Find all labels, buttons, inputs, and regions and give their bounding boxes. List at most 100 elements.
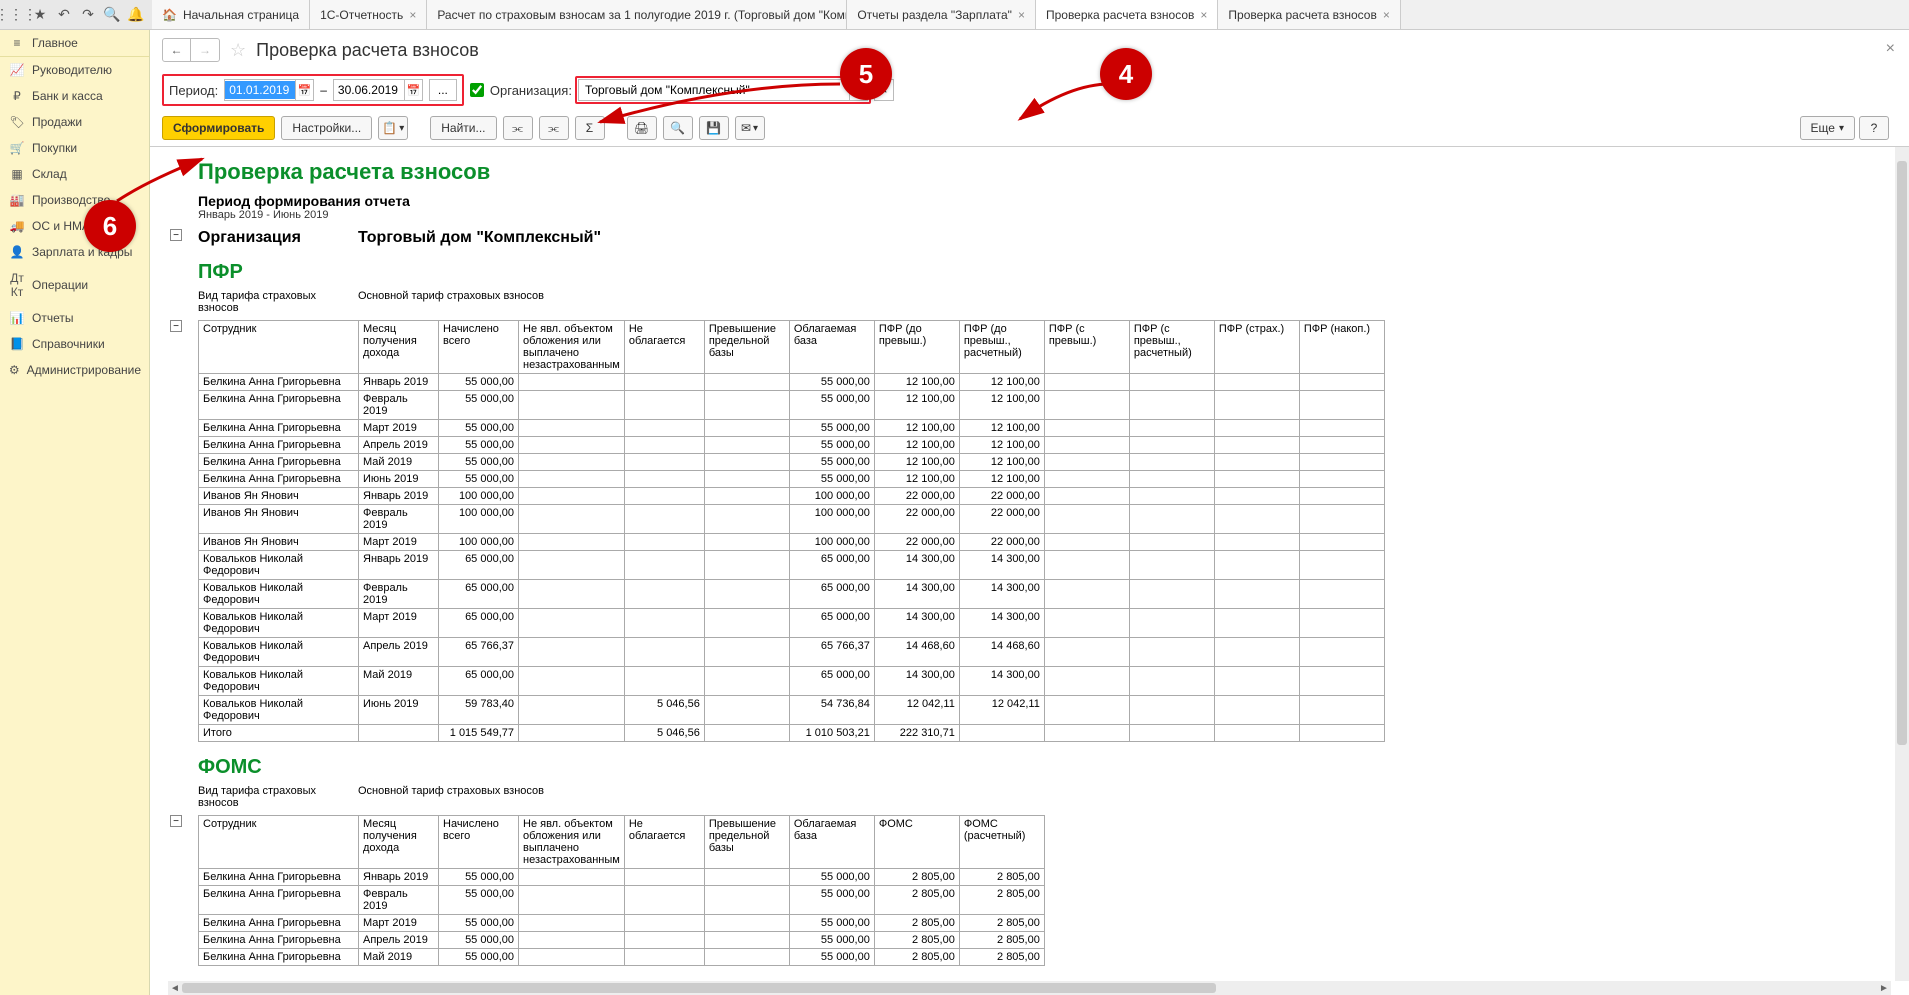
calendar-from-icon[interactable]: 📅	[295, 80, 313, 100]
sidebar-item[interactable]: ≡Главное	[0, 30, 149, 57]
cell	[1044, 638, 1129, 667]
tab[interactable]: Проверка расчета взносов×	[1036, 0, 1218, 29]
collapse-toggle-icon[interactable]: −	[170, 815, 182, 827]
table-row[interactable]: Белкина Анна ГригорьевнаМарт 201955 000,…	[199, 915, 1045, 932]
table-row[interactable]: Ковальков Николай ФедоровичЯнварь 201965…	[199, 551, 1385, 580]
scroll-right-icon[interactable]: ►	[1877, 981, 1891, 995]
date-from-field[interactable]: 📅	[224, 79, 314, 101]
structure-button[interactable]: 📋	[378, 116, 408, 140]
sidebar-item[interactable]: ₽Банк и касса	[0, 83, 149, 109]
table-row[interactable]: Ковальков Николай ФедоровичМай 201965 00…	[199, 667, 1385, 696]
table-row[interactable]: Белкина Анна ГригорьевнаМарт 201955 000,…	[199, 420, 1385, 437]
table-row[interactable]: Белкина Анна ГригорьевнаМай 201955 000,0…	[199, 454, 1385, 471]
sidebar-item[interactable]: 📈Руководителю	[0, 57, 149, 83]
table-row[interactable]: Белкина Анна ГригорьевнаАпрель 201955 00…	[199, 437, 1385, 454]
collapse-toggle-icon[interactable]: −	[170, 229, 182, 241]
sidebar-item[interactable]: 📘Справочники	[0, 331, 149, 357]
send-button[interactable]: ✉	[735, 116, 765, 140]
table-row[interactable]: Ковальков Николай ФедоровичАпрель 201965…	[199, 638, 1385, 667]
column-header: ПФР (накоп.)	[1299, 321, 1384, 374]
scrollbar-horizontal[interactable]: ◄ ►	[168, 981, 1891, 995]
table-row[interactable]: Белкина Анна ГригорьевнаЯнварь 201955 00…	[199, 374, 1385, 391]
more-button[interactable]: Еще▾	[1800, 116, 1855, 140]
cell	[624, 869, 704, 886]
column-header: Облагаемая база	[789, 816, 874, 869]
tab[interactable]: Отчеты раздела "Зарплата"×	[847, 0, 1036, 29]
org-checkbox[interactable]	[470, 83, 484, 97]
table-row[interactable]: Ковальков Николай ФедоровичИюнь 201959 7…	[199, 696, 1385, 725]
table-row[interactable]: Иванов Ян ЯновичФевраль 2019100 000,0010…	[199, 505, 1385, 534]
sidebar-item[interactable]: 📊Отчеты	[0, 305, 149, 331]
favorite-icon[interactable]: ☆	[230, 40, 246, 61]
sidebar-item[interactable]: ⚙Администрирование	[0, 357, 149, 383]
cell: Ковальков Николай Федорович	[199, 580, 359, 609]
find-button[interactable]: Найти...	[430, 116, 496, 140]
tab[interactable]: Расчет по страховым взносам за 1 полугод…	[427, 0, 847, 29]
period-picker-button[interactable]: ...	[429, 79, 457, 101]
cell	[704, 949, 789, 966]
tab[interactable]: Проверка расчета взносов×	[1218, 0, 1400, 29]
calendar-to-icon[interactable]: 📅	[404, 80, 422, 100]
forward-icon[interactable]: ↷	[76, 3, 100, 27]
column-header: ПФР (до превыш.)	[874, 321, 959, 374]
table-row[interactable]: Белкина Анна ГригорьевнаФевраль 201955 0…	[199, 886, 1045, 915]
sum-button[interactable]: Σ	[575, 116, 605, 140]
settings-button[interactable]: Настройки...	[281, 116, 372, 140]
sidebar-item[interactable]: Дт КтОперации	[0, 265, 149, 305]
scrollbar-vertical[interactable]	[1895, 147, 1909, 981]
sidebar-icon: 🏭	[8, 193, 26, 207]
sidebar-item[interactable]: ▦Склад	[0, 161, 149, 187]
tab-close-icon[interactable]: ×	[1018, 8, 1025, 22]
table-row[interactable]: Ковальков Николай ФедоровичФевраль 20196…	[199, 580, 1385, 609]
date-from-input[interactable]	[225, 81, 295, 99]
tab-close-icon[interactable]: ×	[409, 8, 416, 22]
report-org-value: Торговый дом "Комплексный"	[358, 229, 601, 247]
cell	[1214, 505, 1299, 534]
cell: 12 100,00	[959, 471, 1044, 488]
star-icon[interactable]: ★	[28, 3, 52, 27]
table-row[interactable]: Белкина Анна ГригорьевнаАпрель 201955 00…	[199, 932, 1045, 949]
date-to-input[interactable]	[334, 81, 404, 99]
back-icon[interactable]: ↶	[52, 3, 76, 27]
date-to-field[interactable]: 📅	[333, 79, 423, 101]
close-panel-icon[interactable]: ×	[1886, 40, 1895, 58]
scroll-left-icon[interactable]: ◄	[168, 981, 182, 995]
save-button[interactable]: 💾	[699, 116, 729, 140]
sidebar-item[interactable]: 🏷Продажи	[0, 109, 149, 135]
bell-icon[interactable]: 🔔	[124, 3, 148, 27]
tab-close-icon[interactable]: ×	[1383, 8, 1390, 22]
cell: 55 000,00	[789, 886, 874, 915]
preview-button[interactable]: 🔍	[663, 116, 693, 140]
search-icon[interactable]: 🔍	[100, 3, 124, 27]
print-button[interactable]: 🖨	[627, 116, 657, 140]
report-area[interactable]: Проверка расчета взносов Период формиров…	[150, 146, 1909, 995]
nav-fwd-icon[interactable]: →	[191, 39, 219, 61]
table-row[interactable]: Белкина Анна ГригорьевнаЯнварь 201955 00…	[199, 869, 1045, 886]
table-row[interactable]: Белкина Анна ГригорьевнаФевраль 201955 0…	[199, 391, 1385, 420]
apps-icon[interactable]: ⋮⋮⋮	[4, 3, 28, 27]
tab-close-icon[interactable]: ×	[1200, 8, 1207, 22]
cell: 22 000,00	[959, 488, 1044, 505]
generate-button[interactable]: Сформировать	[162, 116, 275, 140]
cell	[624, 551, 704, 580]
table-row[interactable]: Ковальков Николай ФедоровичМарт 201965 0…	[199, 609, 1385, 638]
table-row[interactable]: Белкина Анна ГригорьевнаИюнь 201955 000,…	[199, 471, 1385, 488]
cell: 22 000,00	[874, 534, 959, 551]
help-button[interactable]: ?	[1859, 116, 1889, 140]
sidebar-icon: ⚙	[8, 363, 21, 377]
collapse-button[interactable]: ⫘	[539, 116, 569, 140]
table-row[interactable]: Иванов Ян ЯновичЯнварь 2019100 000,00100…	[199, 488, 1385, 505]
collapse-toggle-icon[interactable]: −	[170, 320, 182, 332]
cell	[1299, 454, 1384, 471]
table-row[interactable]: Иванов Ян ЯновичМарт 2019100 000,00100 0…	[199, 534, 1385, 551]
org-field[interactable]: Торговый дом "Комплексный" ▾	[578, 79, 868, 101]
tab[interactable]: Начальная страница	[152, 0, 310, 29]
scroll-thumb[interactable]	[182, 983, 1216, 993]
table-row[interactable]: Белкина Анна ГригорьевнаМай 201955 000,0…	[199, 949, 1045, 966]
expand-button[interactable]: ⫘	[503, 116, 533, 140]
table-row[interactable]: Итого1 015 549,775 046,561 010 503,21222…	[199, 725, 1385, 742]
tab[interactable]: 1С-Отчетность×	[310, 0, 427, 29]
sidebar-item[interactable]: 🛒Покупки	[0, 135, 149, 161]
column-header: Не явл. объектом обложения или выплачено…	[519, 321, 625, 374]
nav-back-icon[interactable]: ←	[163, 39, 191, 61]
